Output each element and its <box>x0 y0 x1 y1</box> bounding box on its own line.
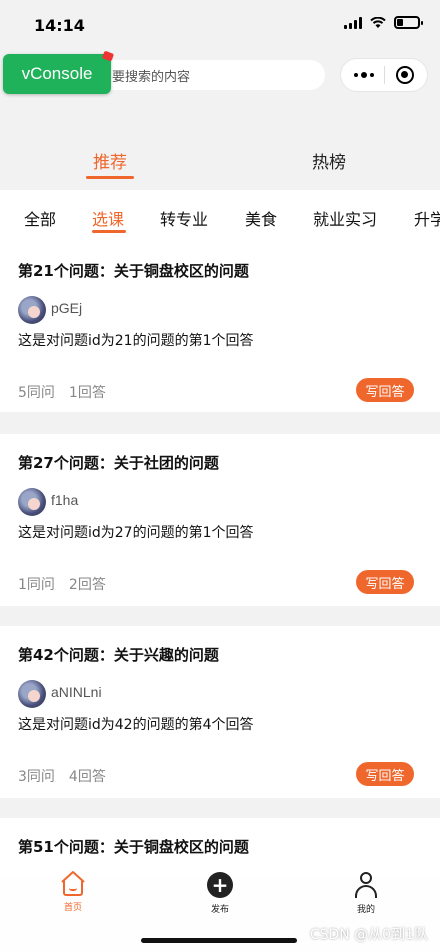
answer-preview: 这是对问题id为42的问题的第4个回答 <box>18 717 254 733</box>
nav-publish[interactable]: + 发布 <box>190 872 250 915</box>
ask-count: 1同问 <box>18 577 55 593</box>
tab-hot[interactable]: 热榜 <box>312 148 346 173</box>
question-meta: 3同问 4回答 <box>18 766 106 786</box>
ask-count: 5同问 <box>18 385 55 401</box>
write-answer-button[interactable]: 写回答 <box>356 762 414 786</box>
category-tab-jobs[interactable]: 就业实习 <box>313 206 377 230</box>
question-card[interactable]: 第21个问题：关于铜盘校区的问题 pGEj 这是对问题id为21的问题的第1个回… <box>0 242 440 412</box>
write-answer-button[interactable]: 写回答 <box>356 378 414 402</box>
ask-count: 3同问 <box>18 769 55 785</box>
plus-circle-icon: + <box>207 872 233 898</box>
main-tab-underline <box>86 176 134 179</box>
username: pGEj <box>51 300 83 316</box>
answer-count: 4回答 <box>68 769 106 785</box>
more-icon[interactable] <box>354 72 375 78</box>
status-time: 14:14 <box>34 16 85 35</box>
watermark: CSDN @从0到1队 <box>309 927 428 943</box>
answer-count: 2回答 <box>68 577 106 593</box>
nav-publish-label: 发布 <box>210 905 229 915</box>
category-tab-food[interactable]: 美食 <box>245 206 277 230</box>
nav-mine-label: 我的 <box>356 905 375 915</box>
question-title: 第21个问题：关于铜盘校区的问题 <box>18 262 249 280</box>
main-tabs: 推荐 热榜 <box>0 140 440 188</box>
username: aNINLni <box>51 684 102 700</box>
question-meta: 5同问 1回答 <box>18 382 106 402</box>
question-meta: 1同问 2回答 <box>18 574 106 594</box>
answer-preview: 这是对问题id为21的问题的第1个回答 <box>18 333 254 349</box>
avatar <box>18 488 46 516</box>
question-card[interactable]: 第27个问题：关于社团的问题 f1ha 这是对问题id为27的问题的第1个回答 … <box>0 434 440 606</box>
nav-home-label: 首页 <box>63 903 82 913</box>
tab-recommend[interactable]: 推荐 <box>93 148 127 173</box>
avatar <box>18 296 46 324</box>
signal-icon <box>344 16 362 29</box>
avatar <box>18 680 46 708</box>
question-card[interactable]: 第42个问题：关于兴趣的问题 aNINLni 这是对问题id为42的问题的第4个… <box>0 626 440 798</box>
top-bar: 要搜索的内容 vConsole <box>0 50 440 102</box>
vconsole-button[interactable]: vConsole <box>3 50 115 94</box>
battery-icon <box>394 16 423 29</box>
user-icon <box>354 872 378 898</box>
category-tab-course[interactable]: 选课 <box>92 206 124 230</box>
nav-home[interactable]: 首页 <box>43 871 103 913</box>
close-target-icon[interactable] <box>395 66 414 84</box>
category-tab-further-study[interactable]: 升学 <box>414 206 440 230</box>
home-icon <box>60 871 86 896</box>
wifi-icon <box>370 16 386 28</box>
capsule-divider <box>384 66 386 84</box>
nav-mine[interactable]: 我的 <box>336 872 396 915</box>
answer-preview: 这是对问题id为27的问题的第1个回答 <box>18 525 254 541</box>
mini-program-capsule <box>340 58 428 92</box>
answer-count: 1回答 <box>68 385 106 401</box>
home-indicator <box>141 938 297 943</box>
category-tab-transfer[interactable]: 转专业 <box>160 206 208 230</box>
status-bar: 14:14 <box>0 0 440 50</box>
status-icons <box>344 16 423 29</box>
question-title: 第51个问题：关于铜盘校区的问题 <box>18 838 249 856</box>
username: f1ha <box>51 492 79 508</box>
category-tabs: 全部 选课 转专业 美食 就业实习 升学 <box>0 190 440 242</box>
write-answer-button[interactable]: 写回答 <box>356 570 414 594</box>
question-title: 第42个问题：关于兴趣的问题 <box>18 646 219 664</box>
vconsole-label: vConsole <box>21 64 93 83</box>
category-tab-all[interactable]: 全部 <box>24 206 56 230</box>
category-underline <box>92 230 126 233</box>
question-title: 第27个问题：关于社团的问题 <box>18 454 219 472</box>
search-placeholder: 要搜索的内容 <box>112 69 191 85</box>
